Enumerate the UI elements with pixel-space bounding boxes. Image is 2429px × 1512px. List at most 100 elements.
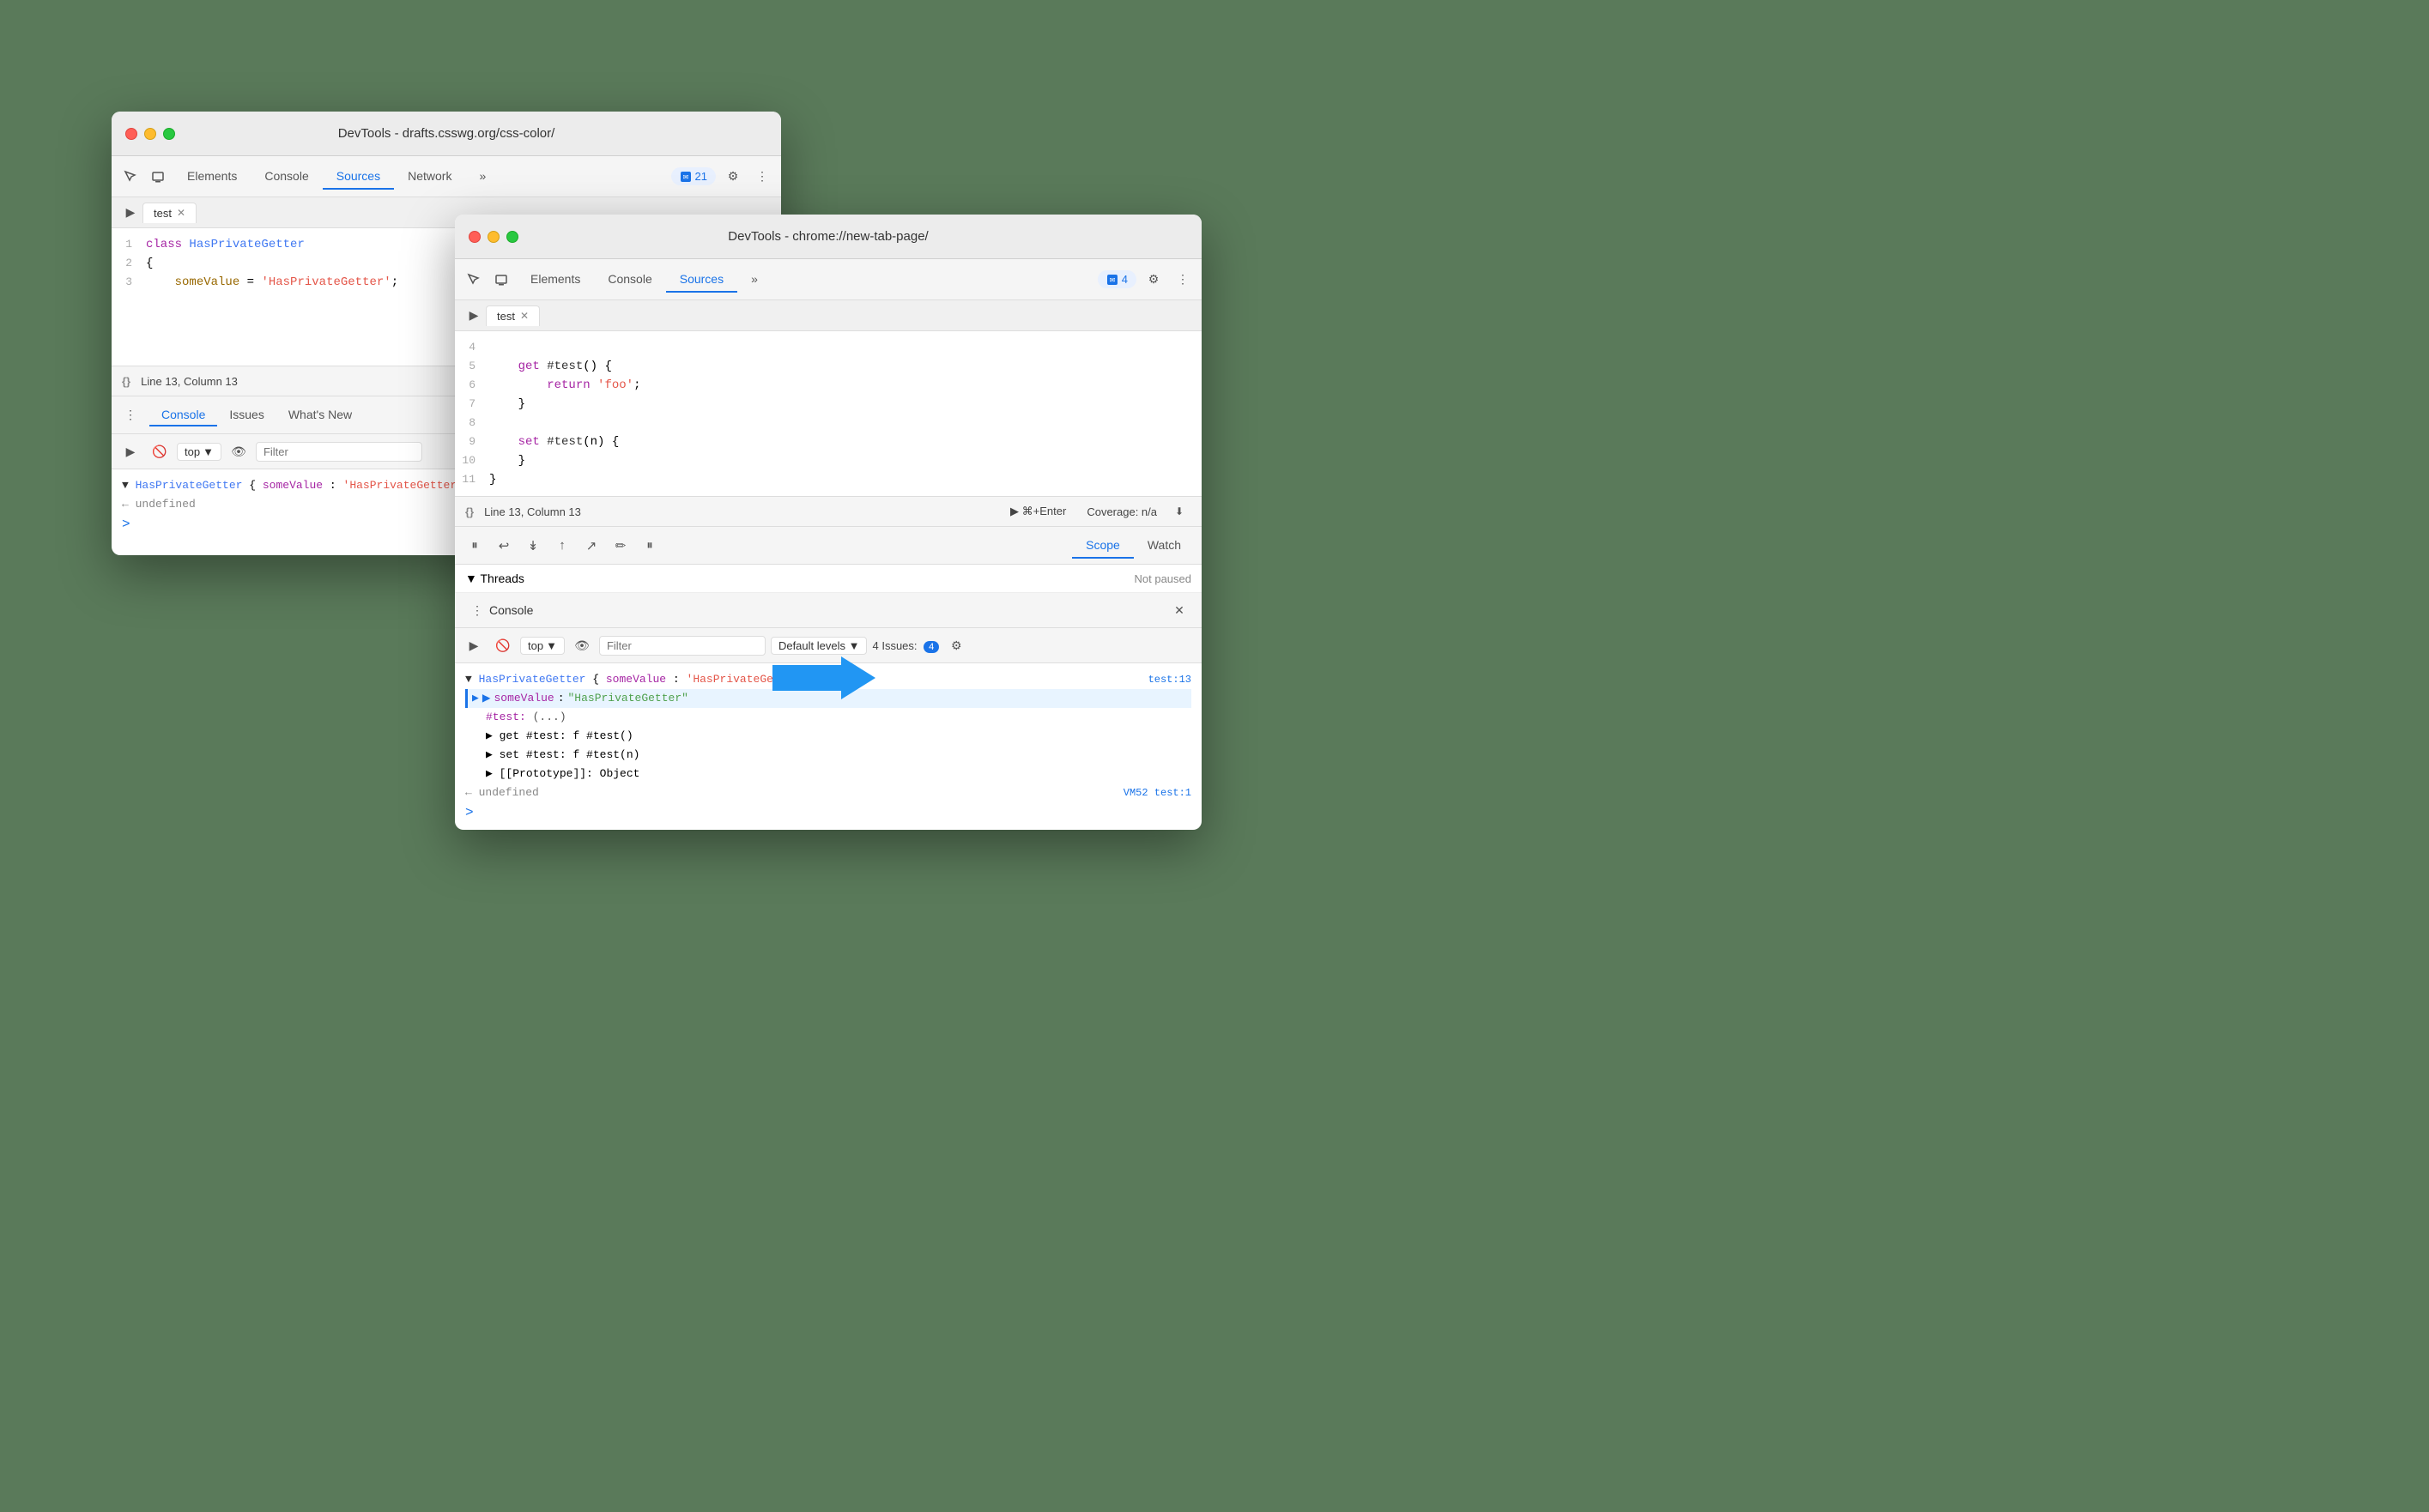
console-tab-new-back[interactable]: What's New — [276, 404, 364, 426]
console-proto-line[interactable]: ▶ [[Prototype]]: Object — [465, 765, 1191, 783]
block-icon-front[interactable]: 🚫 — [491, 633, 515, 657]
editor-front: 4 5 get #test() { 6 return 'foo'; 7 } 8 … — [455, 331, 1202, 496]
traffic-lights-front — [469, 231, 518, 243]
file-tab-close-back[interactable]: ✕ — [177, 207, 185, 219]
eye-icon-back[interactable]: 👁 — [227, 439, 251, 463]
tab-more-back[interactable]: » — [465, 164, 500, 190]
threads-section: ▼ Threads Not paused — [455, 565, 1202, 593]
svg-text:✉: ✉ — [682, 173, 688, 181]
toolbar-front: Elements Console Sources » ✉ 4 ⚙ ⋮ — [455, 259, 1202, 300]
file-tab-bar-front: ▶ test ✕ — [455, 300, 1202, 331]
traffic-lights-back — [125, 128, 175, 140]
console-undefined-front: ← undefined VM52 test:1 — [465, 783, 1191, 802]
inspect-icon-front[interactable] — [462, 268, 486, 292]
title-bar-back: DevTools - drafts.csswg.org/css-color/ — [112, 112, 781, 156]
file-tab-test-front[interactable]: test ✕ — [486, 305, 540, 326]
code-line-5: 5 get #test() { — [455, 357, 1202, 376]
code-line-11: 11 } — [455, 470, 1202, 489]
issues-label-front: 4 Issues: 4 — [872, 639, 939, 652]
maximize-button[interactable] — [163, 128, 175, 140]
debug-step-into-btn[interactable]: ↡ — [520, 533, 546, 559]
device-icon-front[interactable] — [489, 268, 513, 292]
debug-pause-btn[interactable]: ⏸ — [462, 533, 488, 559]
file-tab-close-front[interactable]: ✕ — [520, 310, 529, 322]
console-prop2: #test: (...) — [465, 708, 1191, 727]
toolbar-right-front: ✉ 4 ⚙ ⋮ — [1098, 268, 1195, 292]
console-set-line[interactable]: ▶ set #test: f #test(n) — [465, 746, 1191, 765]
threads-label: ▼ Threads — [465, 572, 524, 585]
scope-tab[interactable]: Scope — [1072, 533, 1134, 559]
window-title-front: DevTools - chrome://new-tab-page/ — [728, 229, 928, 244]
debug-toolbar-front: ⏸ ↩ ↡ ↑ ↗ ✏ ⏸ Scope Watch — [455, 527, 1202, 565]
filter-input-front[interactable] — [599, 636, 766, 656]
settings-icon-front[interactable]: ⚙ — [1142, 268, 1166, 292]
debug-edit-btn[interactable]: ✏ — [608, 533, 633, 559]
tab-elements-back[interactable]: Elements — [173, 164, 251, 190]
debug-step-over-btn[interactable]: ↩ — [491, 533, 517, 559]
svg-text:✉: ✉ — [1109, 276, 1115, 284]
toolbar-back: Elements Console Sources Network » ✉ 21 … — [112, 156, 781, 197]
tab-sources-back[interactable]: Sources — [323, 164, 394, 190]
play-icon-back[interactable]: ▶ — [118, 201, 142, 225]
debug-deactivate-btn[interactable]: ⏸ — [637, 533, 663, 559]
close-button[interactable] — [125, 128, 137, 140]
debug-tabs-front: Scope Watch — [1072, 533, 1195, 559]
top-dropdown-front[interactable]: top ▼ — [520, 637, 565, 655]
tab-more-front[interactable]: » — [737, 267, 772, 293]
settings-icon-back[interactable]: ⚙ — [721, 165, 745, 189]
tab-elements-front[interactable]: Elements — [517, 267, 594, 293]
code-line-8: 8 — [455, 414, 1202, 432]
top-dropdown-back[interactable]: top ▼ — [177, 443, 221, 461]
coverage-icon-front[interactable]: ⬇ — [1167, 499, 1191, 523]
blue-arrow — [772, 652, 875, 708]
more-icon-back[interactable]: ⋮ — [750, 165, 774, 189]
debug-step-btn[interactable]: ↗ — [578, 533, 604, 559]
code-line-6: 6 return 'foo'; — [455, 376, 1202, 395]
close-button-front[interactable] — [469, 231, 481, 243]
minimize-button[interactable] — [144, 128, 156, 140]
tab-bar-back: Elements Console Sources Network » — [173, 164, 668, 190]
not-paused: Not paused — [1135, 572, 1192, 585]
inspect-icon[interactable] — [118, 165, 142, 189]
tab-console-back[interactable]: Console — [251, 164, 322, 190]
minimize-button-front[interactable] — [488, 231, 500, 243]
more-icon-front[interactable]: ⋮ — [1171, 268, 1195, 292]
window-title-back: DevTools - drafts.csswg.org/css-color/ — [338, 126, 555, 141]
console-tab-bar-back: Console Issues What's New — [149, 404, 364, 426]
eye-icon-front[interactable]: 👁 — [570, 633, 594, 657]
device-icon[interactable] — [146, 165, 170, 189]
issues-badge-front[interactable]: ✉ 4 — [1098, 270, 1136, 288]
console-panel-header: ⋮ Console ✕ — [455, 593, 1202, 628]
tab-sources-front[interactable]: Sources — [666, 267, 737, 293]
settings-console-front[interactable]: ⚙ — [944, 633, 968, 657]
play-icon-front[interactable]: ▶ — [462, 304, 486, 328]
issues-badge-back[interactable]: ✉ 21 — [671, 167, 716, 185]
code-line-4: 4 — [455, 338, 1202, 357]
console-get-line[interactable]: ▶ get #test: f #test() — [465, 727, 1191, 746]
title-bar-front: DevTools - chrome://new-tab-page/ — [455, 215, 1202, 259]
play-console-back[interactable]: ▶ — [118, 439, 142, 463]
play-console-front[interactable]: ▶ — [462, 633, 486, 657]
source-ref-front[interactable]: test:13 — [1148, 670, 1191, 689]
tab-network-back[interactable]: Network — [394, 164, 465, 190]
file-tab-test-back[interactable]: test ✕ — [142, 203, 197, 223]
filter-input-back[interactable] — [256, 442, 422, 462]
code-line-10: 10 } — [455, 451, 1202, 470]
console-panel-menu[interactable]: ⋮ — [465, 598, 489, 622]
tab-console-front[interactable]: Console — [594, 267, 665, 293]
console-panel-close[interactable]: ✕ — [1167, 598, 1191, 622]
devtools-window-front: DevTools - chrome://new-tab-page/ Elemen… — [455, 215, 1202, 830]
console-panel-title: Console — [489, 603, 533, 617]
console-prompt-front[interactable]: > — [465, 802, 1191, 823]
code-line-9: 9 set #test(n) { — [455, 432, 1202, 451]
console-menu-back[interactable]: ⋮ — [118, 403, 142, 427]
debug-step-out-btn[interactable]: ↑ — [549, 533, 575, 559]
vm-ref-front[interactable]: VM52 test:1 — [1124, 783, 1191, 802]
block-icon-back[interactable]: 🚫 — [148, 439, 172, 463]
console-tab-issues-back[interactable]: Issues — [217, 404, 276, 426]
watch-tab[interactable]: Watch — [1134, 533, 1195, 559]
maximize-button-front[interactable] — [506, 231, 518, 243]
console-tab-console-back[interactable]: Console — [149, 404, 217, 426]
tab-bar-front: Elements Console Sources » — [517, 267, 1094, 293]
status-bar-front: {} Line 13, Column 13 ▶ ⌘+Enter Coverage… — [455, 496, 1202, 527]
